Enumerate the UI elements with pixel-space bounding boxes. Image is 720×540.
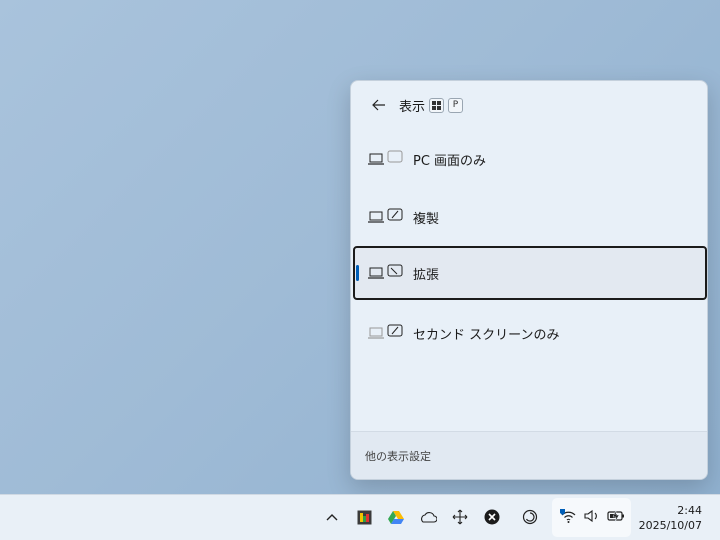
second-screen-only-icon <box>368 324 403 339</box>
clock-button[interactable]: 2:44 2025/10/07 <box>639 503 702 533</box>
move-app-button[interactable] <box>450 507 470 527</box>
move-icon <box>452 509 468 525</box>
option-label: PC 画面のみ <box>413 153 487 169</box>
windows-key-badge <box>429 97 445 113</box>
chevron-up-icon <box>326 514 338 521</box>
wifi-icon <box>560 509 576 523</box>
windows-logo-icon <box>432 100 442 110</box>
back-arrow-icon <box>372 99 385 111</box>
duplicate-icon <box>368 208 403 223</box>
option-label: 拡張 <box>413 267 440 283</box>
volume-status <box>582 506 602 526</box>
project-flyout: 表示 P PC 画面のみ 複製 拡張 セカンド スクリーンのみ 他の表示設定 <box>350 80 708 480</box>
option-extend[interactable]: 拡張 <box>353 246 707 300</box>
close-circle-icon <box>484 509 500 525</box>
p-key-badge: P <box>448 97 464 113</box>
option-label: 複製 <box>413 211 440 227</box>
clock-time: 2:44 <box>677 504 702 517</box>
sync-icon <box>522 509 538 525</box>
sync-app-button[interactable] <box>520 507 540 527</box>
option-label: セカンド スクリーンのみ <box>413 327 560 343</box>
google-drive-button[interactable] <box>386 507 406 527</box>
taskbar: 2:44 2025/10/07 <box>0 494 720 540</box>
show-hidden-icons-button[interactable] <box>322 507 342 527</box>
battery-icon <box>607 509 624 523</box>
pc-screen-only-icon <box>368 150 403 165</box>
option-pc-screen-only[interactable]: PC 画面のみ <box>353 132 707 186</box>
clock-date: 2025/10/07 <box>638 519 702 532</box>
selected-indicator <box>356 265 359 281</box>
onedrive-icon <box>421 512 437 523</box>
more-display-settings-link[interactable]: 他の表示設定 <box>365 448 431 464</box>
flyout-title: 表示 <box>399 99 426 115</box>
flyout-footer: 他の表示設定 <box>351 431 707 479</box>
back-button[interactable] <box>367 93 391 117</box>
quick-settings-button[interactable] <box>552 498 631 537</box>
wifi-status <box>558 506 578 526</box>
tray-app-button[interactable] <box>354 507 374 527</box>
option-second-screen-only[interactable]: セカンド スクリーンのみ <box>353 306 707 360</box>
battery-status <box>606 506 626 526</box>
close-app-button[interactable] <box>482 507 502 527</box>
option-duplicate[interactable]: 複製 <box>353 190 707 244</box>
flyout-header: 表示 P <box>351 81 707 129</box>
google-drive-icon <box>388 511 404 524</box>
extend-icon <box>368 264 403 279</box>
volume-icon <box>584 509 597 523</box>
onedrive-button[interactable] <box>418 507 438 527</box>
app-icon <box>357 510 371 524</box>
